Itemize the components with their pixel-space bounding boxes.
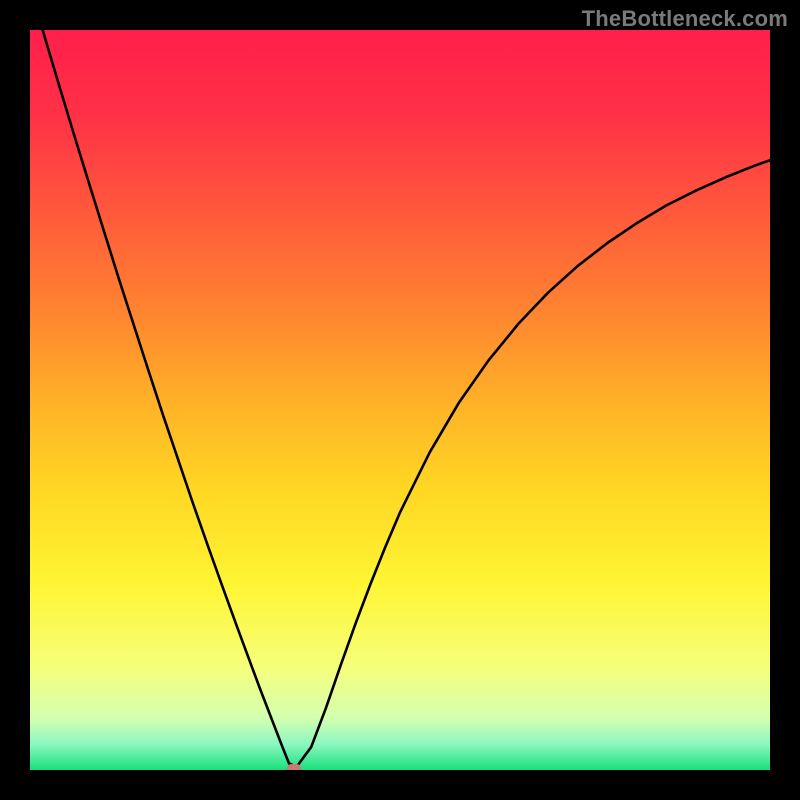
gradient-background	[30, 30, 770, 770]
chart-frame: TheBottleneck.com	[0, 0, 800, 800]
plot-area	[30, 30, 770, 770]
chart-svg	[30, 30, 770, 770]
optimum-marker	[287, 764, 301, 770]
watermark-text: TheBottleneck.com	[582, 6, 788, 32]
